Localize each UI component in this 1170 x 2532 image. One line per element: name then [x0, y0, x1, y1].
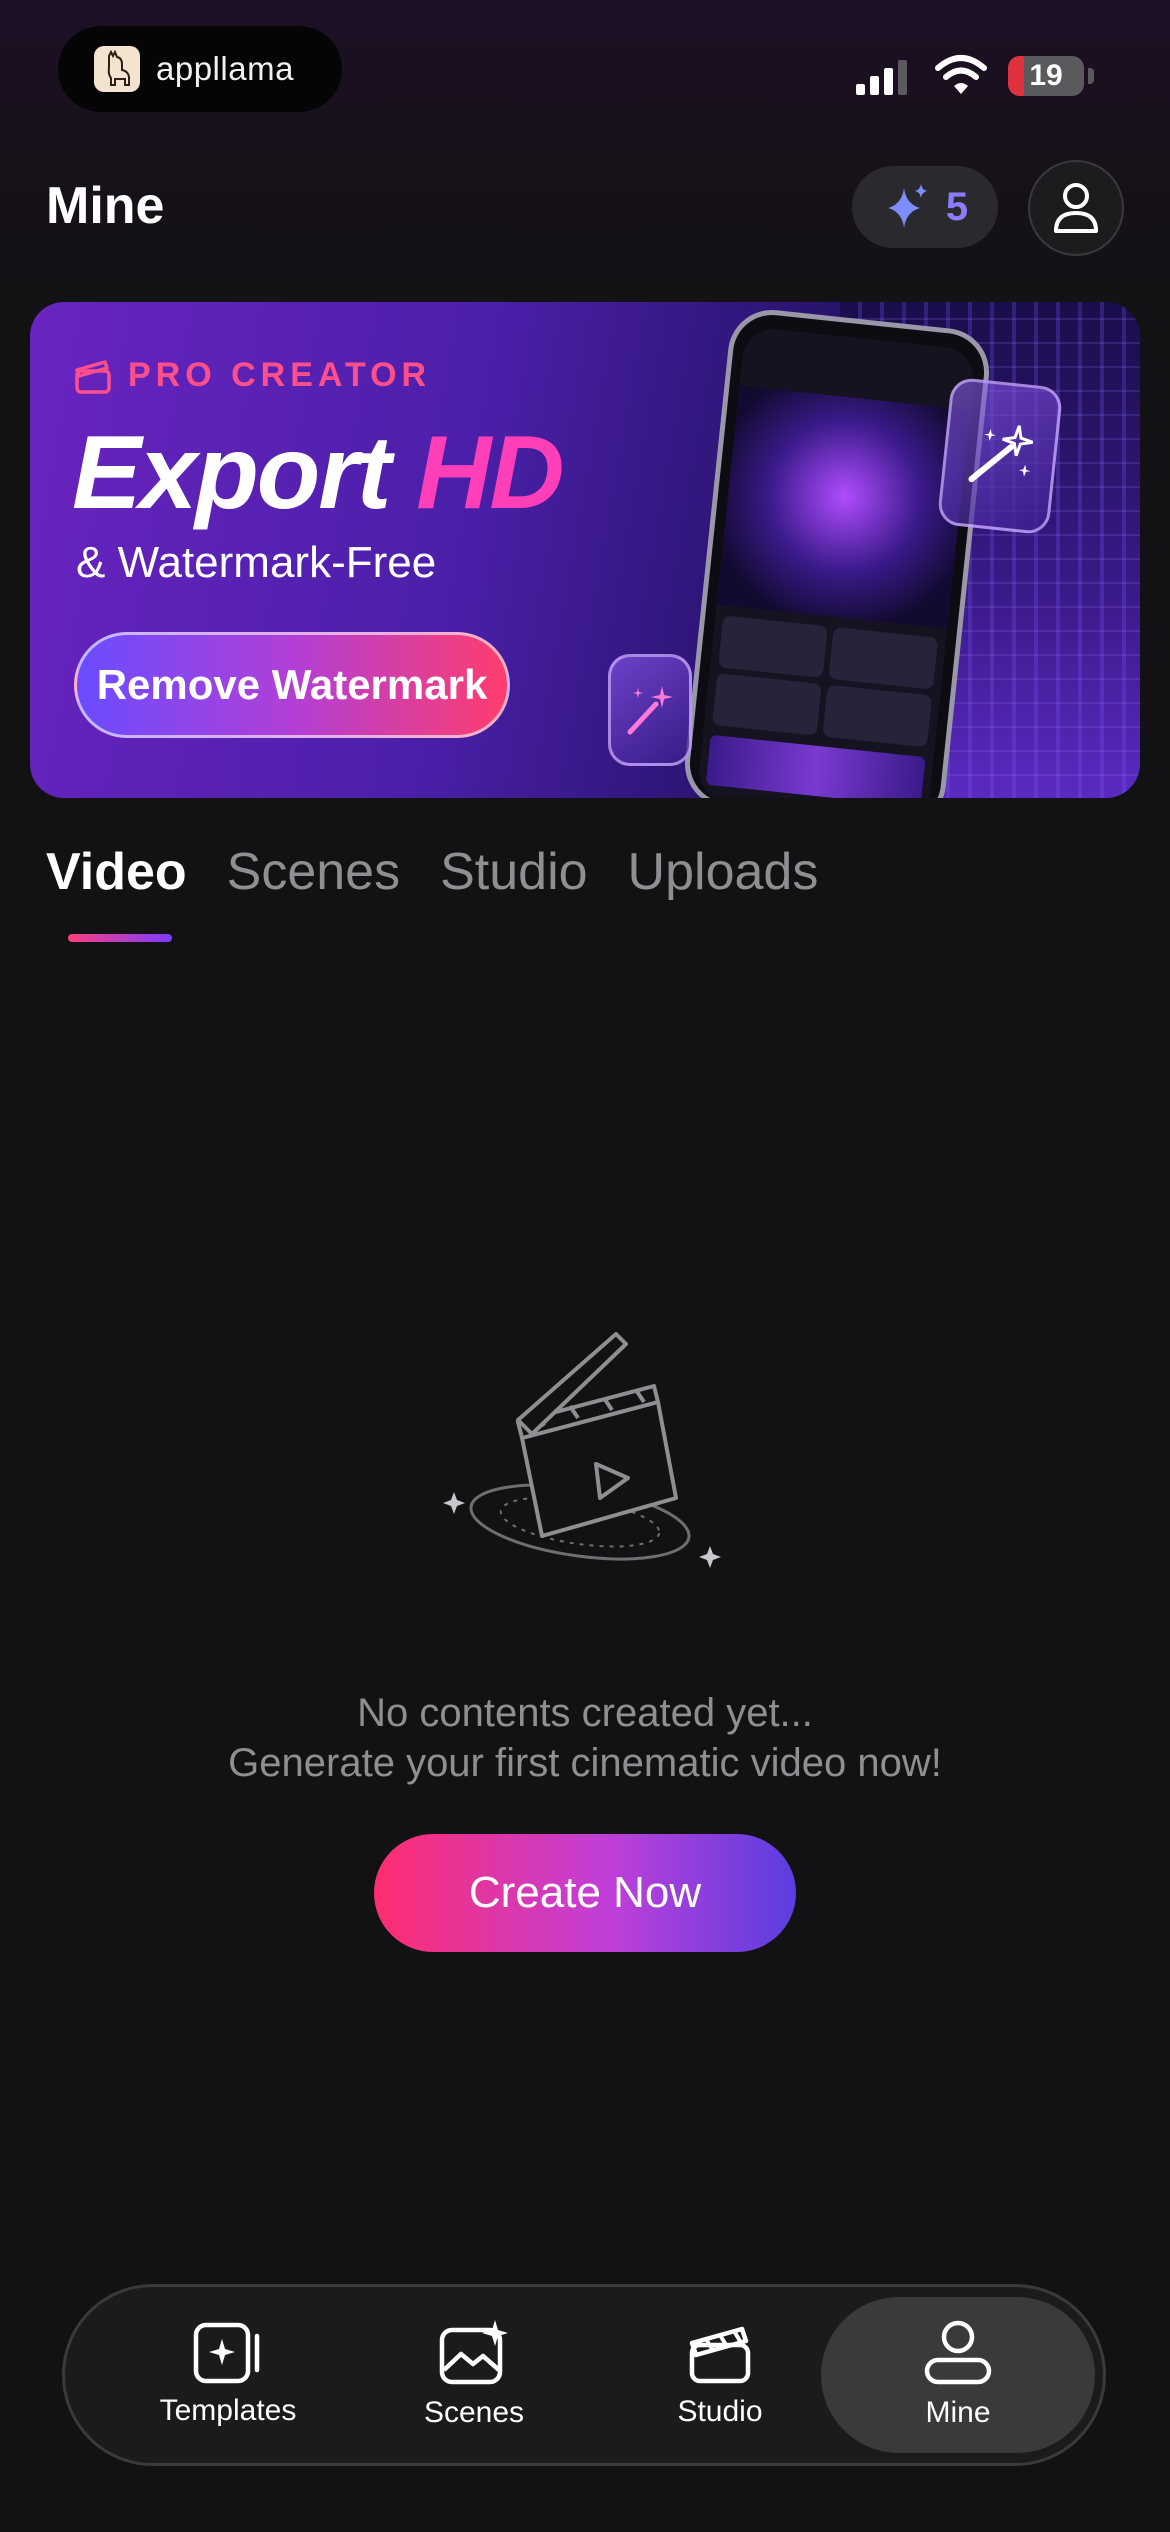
pro-eyebrow: PRO CREATOR	[74, 356, 431, 395]
nav-item-mine[interactable]: Mine	[821, 2297, 1095, 2453]
app-brand-name: appllama	[156, 50, 294, 87]
create-now-button[interactable]: Create Now	[374, 1834, 796, 1952]
app-brand-pill: appllama	[58, 26, 342, 112]
phone-screen	[696, 326, 977, 798]
tab-uploads[interactable]: Uploads	[628, 842, 819, 902]
battery-percent: 19	[1029, 59, 1063, 92]
empty-state-message: No contents created yet... Generate your…	[0, 1688, 1170, 1788]
phone-tool-grid	[711, 615, 939, 748]
phone-tool	[828, 626, 939, 690]
cellular-signal-icon	[856, 60, 907, 95]
phone-tool	[822, 684, 933, 748]
pro-creator-label: PRO CREATOR	[128, 356, 432, 394]
banner-subheadline: & Watermark-Free	[76, 538, 437, 587]
banner-headline: Export HD	[72, 414, 564, 533]
sparkle-icon	[887, 184, 927, 228]
phone-tool	[711, 673, 822, 736]
clapperboard-icon	[75, 359, 111, 394]
pro-promo-banner[interactable]: PRO CREATOR Export HD & Watermark-Free R…	[30, 302, 1140, 798]
nav-item-studio[interactable]: Studio	[617, 2297, 823, 2453]
status-bar: appllama 19	[0, 0, 1170, 150]
nav-label: Scenes	[423, 2396, 525, 2429]
empty-clapperboard-icon	[443, 1332, 721, 1568]
wifi-icon	[935, 55, 987, 94]
sparkle-wand-card	[608, 654, 692, 766]
magic-wand-icon	[627, 686, 673, 735]
templates-icon	[193, 2322, 260, 2384]
user-icon	[924, 2320, 992, 2385]
user-icon	[1054, 183, 1098, 233]
headline-text: Export	[72, 415, 417, 531]
tab-video[interactable]: Video	[46, 842, 187, 902]
phone-mockup	[680, 305, 994, 798]
empty-state-line1: No contents created yet...	[357, 1691, 813, 1735]
clapperboard-icon	[689, 2326, 751, 2384]
nav-label: Mine	[925, 2396, 991, 2429]
scenes-icon	[439, 2320, 508, 2385]
tab-scenes[interactable]: Scenes	[227, 842, 400, 902]
nav-label: Studio	[677, 2395, 763, 2428]
content-tabs: Video Scenes Studio Uploads	[46, 842, 818, 902]
battery-tip	[1088, 68, 1094, 84]
profile-button[interactable]	[1028, 160, 1124, 256]
page-title: Mine	[46, 177, 165, 235]
headline-accent: HD	[416, 415, 564, 531]
credits-count: 5	[945, 184, 969, 229]
astronaut-illustration	[716, 385, 971, 629]
nav-item-scenes[interactable]: Scenes	[371, 2297, 577, 2453]
credits-button[interactable]: 5	[852, 166, 998, 248]
magic-wand-card	[936, 376, 1064, 536]
battery-indicator: 19	[1008, 56, 1084, 96]
active-tab-indicator	[68, 934, 172, 942]
phone-timeline	[705, 734, 926, 798]
nav-label: Templates	[159, 2394, 297, 2427]
tab-studio[interactable]: Studio	[440, 842, 587, 902]
magic-wand-icon	[968, 425, 1034, 483]
nav-item-templates[interactable]: Templates	[125, 2297, 331, 2453]
llama-logo-icon	[94, 46, 140, 92]
empty-state-line2: Generate your first cinematic video now!	[228, 1741, 942, 1785]
remove-watermark-button[interactable]: Remove Watermark	[74, 632, 510, 738]
bottom-tab-bar: Templates Scenes Studio Mine	[62, 2284, 1106, 2466]
phone-tool	[717, 615, 828, 679]
